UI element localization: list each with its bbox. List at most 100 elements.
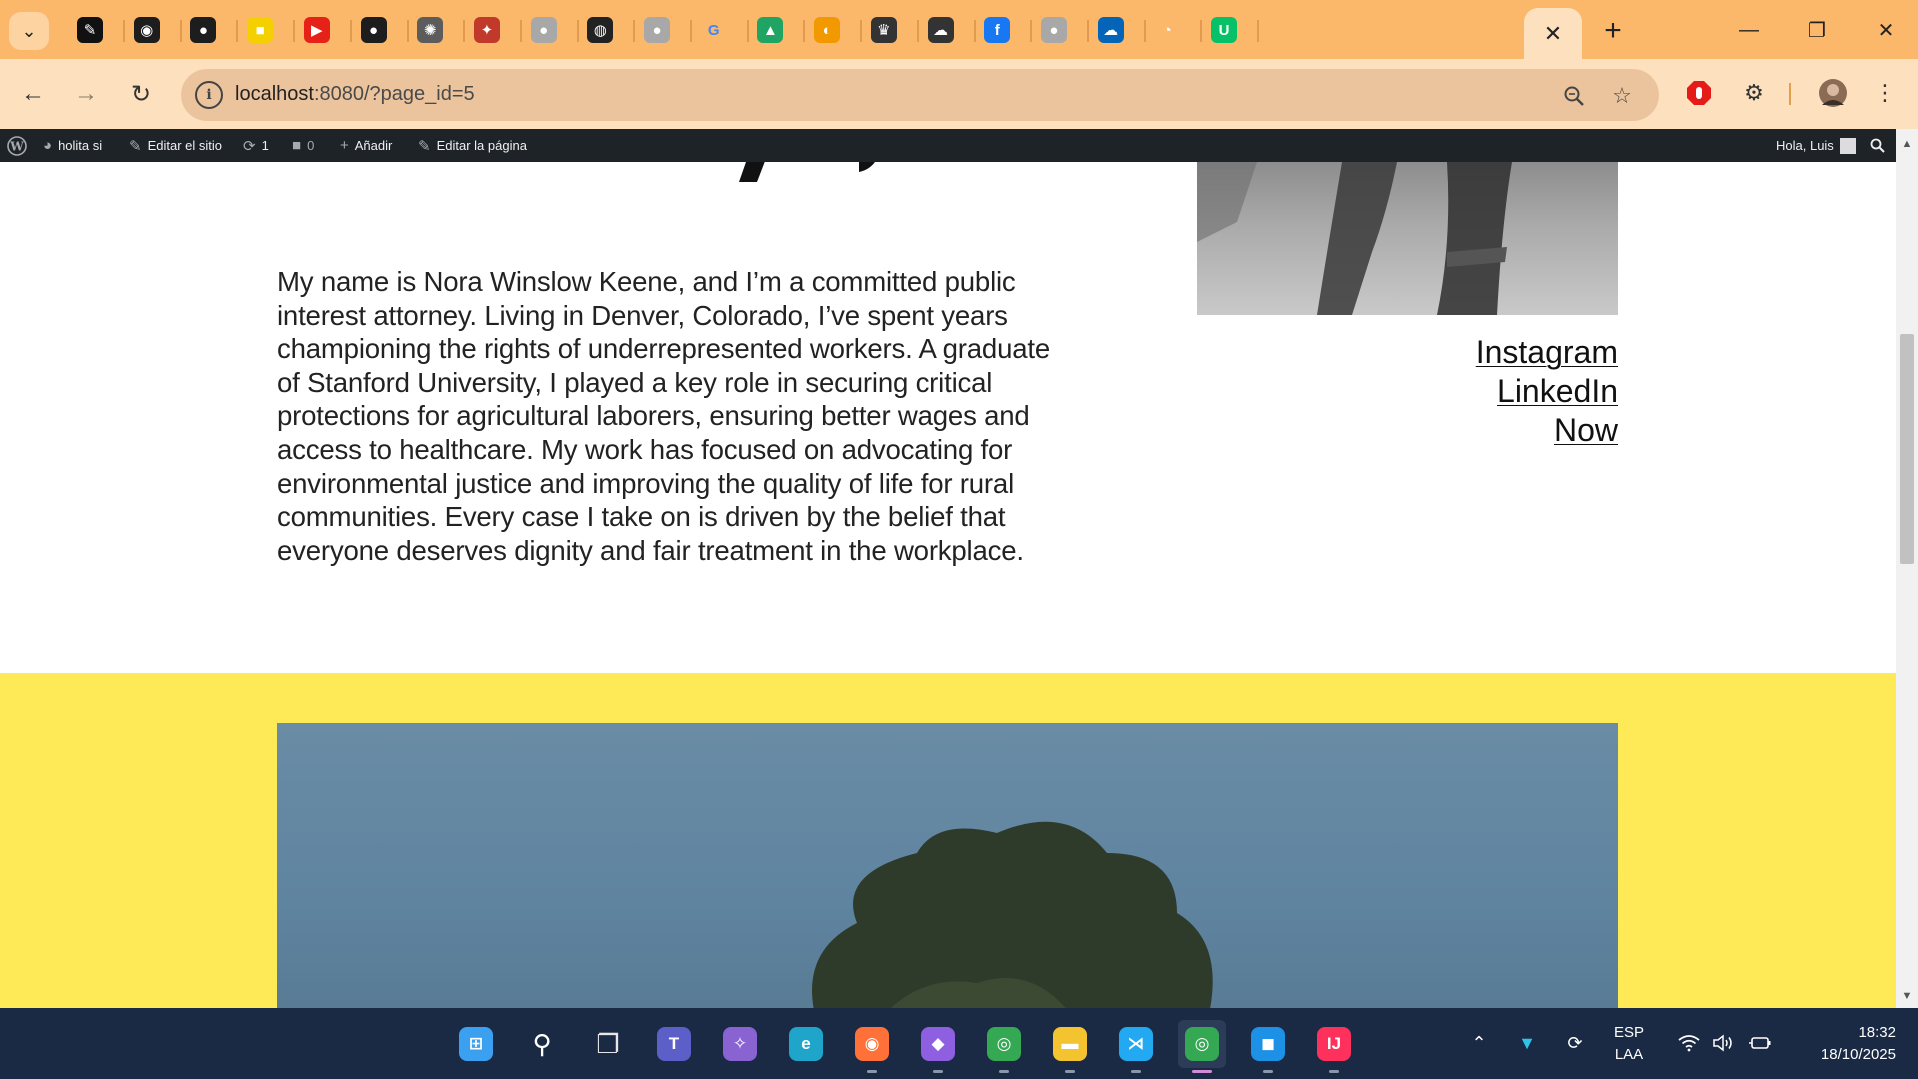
onedrive-icon: ☁ <box>1097 17 1124 43</box>
close-icon: ✕ <box>1543 20 1563 46</box>
toggle-icon: ◐ <box>814 17 841 43</box>
wp-admin-bar: W ◕ holita si ✎ Editar el sitio ⟳ 1 ■ 0 … <box>0 129 1918 162</box>
scroll-thumb[interactable] <box>1900 334 1914 564</box>
now-link[interactable]: Now <box>1476 411 1618 450</box>
sync-icon[interactable]: ⟳ <box>1562 1030 1588 1056</box>
updates-refresh-icon: ⟳ <box>243 137 256 155</box>
back-button[interactable]: ← <box>12 73 54 115</box>
taskbar-app[interactable]: T <box>650 1020 698 1068</box>
taskbar-app[interactable]: ◉ <box>848 1020 896 1073</box>
site-info-icon[interactable]: i <box>195 81 223 109</box>
running-indicator <box>1192 1070 1212 1073</box>
tab-search-button[interactable]: ⌄ <box>9 12 49 50</box>
taskbar-app[interactable]: e <box>782 1020 830 1068</box>
new-tab-button[interactable]: + <box>1594 12 1632 50</box>
browser-tab[interactable]: U <box>1193 12 1259 48</box>
windows-start-icon: ⊞ <box>459 1027 493 1061</box>
arrow-right-icon: → <box>74 80 98 107</box>
minimize-button[interactable]: — <box>1721 8 1777 52</box>
browser-toolbar: ← → ↻ i localhost:8080/?page_id=5 ☆ ⚙ ⋮ <box>0 59 1918 129</box>
comments-count: 0 <box>307 138 315 153</box>
admin-site-name[interactable]: ◕ holita si <box>43 129 102 162</box>
wifi-icon[interactable] <box>1676 1030 1702 1056</box>
taskbar-app[interactable]: ◼ <box>1244 1020 1292 1073</box>
bookmark-star-icon[interactable]: ☆ <box>1607 81 1637 111</box>
add-new-label: Añadir <box>354 138 393 153</box>
vpn-shield-icon[interactable]: ▼ <box>1514 1030 1540 1056</box>
language-indicator[interactable]: ESP LAA <box>1614 1022 1644 1066</box>
extensions-puzzle-icon[interactable]: ⚙ <box>1736 75 1772 111</box>
language-code: ESP <box>1614 1024 1645 1041</box>
chrome-profile-icon: ◎ <box>1185 1027 1219 1061</box>
admin-edit-page[interactable]: ✎ Editar la página <box>418 129 527 162</box>
show-hidden-icons-chevron-icon[interactable]: ⌃ <box>1466 1030 1492 1056</box>
edit-site-label: Editar el sitio <box>147 138 222 153</box>
forward-button[interactable]: → <box>65 73 107 115</box>
chrome-icon: ◎ <box>987 1027 1021 1061</box>
pencil-icon: ✎ <box>418 137 431 155</box>
restore-button[interactable]: ❐ <box>1789 8 1845 52</box>
pen-icon: ✎ <box>77 17 103 43</box>
windows-taskbar: ⊞ ⚲ ❐ T ✧ e ◉ ◆ ◎ ▬ ⋊ ◎ ◼ IJ ⌃ ▼ ⟳ ESP LAA 18:32 18/1… <box>0 1008 1918 1079</box>
taskbar-app[interactable]: ❐ <box>584 1020 632 1068</box>
taskbar-app[interactable]: ◎ <box>980 1020 1028 1073</box>
admin-search[interactable] <box>1870 129 1885 162</box>
system-clock[interactable]: 18:32 18/10/2025 <box>1790 1022 1896 1066</box>
running-indicator <box>1065 1070 1075 1073</box>
reload-button[interactable]: ↻ <box>120 73 162 115</box>
admin-add-new[interactable]: + Añadir <box>340 129 392 162</box>
arrow-left-icon: ← <box>21 80 45 107</box>
active-tab-close-button[interactable]: ✕ <box>1524 8 1582 59</box>
scroll-down-icon[interactable]: ▼ <box>1896 987 1918 1005</box>
close-window-button[interactable]: ✕ <box>1858 8 1914 52</box>
running-indicator <box>1263 1070 1273 1073</box>
linkedin-link[interactable]: LinkedIn <box>1476 372 1618 411</box>
taskbar-app[interactable]: ⋊ <box>1112 1020 1160 1073</box>
kebab-menu-icon[interactable]: ⋮ <box>1867 75 1903 111</box>
site-name-label: holita si <box>58 138 103 153</box>
taskbar-app[interactable]: ⚲ <box>518 1020 566 1068</box>
admin-updates[interactable]: ⟳ 1 <box>243 129 269 162</box>
clock-date: 18/10/2025 <box>1820 1046 1896 1063</box>
plus-icon: + <box>340 137 349 154</box>
taskbar-app[interactable]: ⊞ <box>452 1020 500 1068</box>
task-view-icon: ❐ <box>596 1028 620 1059</box>
portrait-photo <box>1197 162 1618 315</box>
battery-icon[interactable] <box>1748 1030 1774 1056</box>
svg-text:W: W <box>9 139 24 153</box>
obsidian-icon: ◆ <box>921 1027 955 1061</box>
google-icon: G <box>707 21 720 39</box>
wordpress-logo-button[interactable]: W <box>7 129 27 162</box>
admin-edit-site[interactable]: ✎ Editar el sitio <box>129 129 222 162</box>
zoom-icon[interactable] <box>1559 81 1589 111</box>
admin-comments[interactable]: ■ 0 <box>292 129 314 162</box>
taskbar-app[interactable]: ▬ <box>1046 1020 1094 1073</box>
taskbar-app[interactable]: IJ <box>1310 1020 1358 1073</box>
tab-strip: ⌄ ✎ ◉ ● ■ ▶ ● ✺ ✦ ● ◍ ● G ▲ ◐ ♛ ☁ f ● ☁ ◔ U ✕ + — ❐ ✕ <box>0 0 1918 59</box>
taskbar-app[interactable]: ◎ <box>1178 1020 1226 1073</box>
instagram-link[interactable]: Instagram <box>1476 333 1618 372</box>
file-explorer-icon: ▬ <box>1053 1027 1087 1061</box>
scroll-up-icon[interactable]: ▲ <box>1896 135 1918 153</box>
globe-icon: ● <box>644 17 670 43</box>
running-indicator <box>1131 1070 1141 1073</box>
comment-bubble-icon: ■ <box>292 137 302 154</box>
admin-account-menu[interactable]: Hola, Luis <box>1776 129 1856 162</box>
page-scrollbar[interactable]: ▲ ▼ <box>1896 129 1918 1008</box>
adblock-extension-icon[interactable] <box>1681 75 1717 111</box>
vscode-icon: ⋊ <box>1119 1027 1153 1061</box>
heading-glyph-fragment <box>859 162 875 172</box>
taskbar-app[interactable]: ◆ <box>914 1020 962 1073</box>
intellij-icon: IJ <box>1317 1027 1351 1061</box>
address-bar[interactable]: i localhost:8080/?page_id=5 ☆ <box>181 69 1659 121</box>
note-icon: ■ <box>247 17 274 43</box>
edit-page-label: Editar la página <box>436 138 527 153</box>
taskbar-app[interactable]: ✧ <box>716 1020 764 1068</box>
profile-avatar[interactable] <box>1815 75 1851 111</box>
dashboard-gauge-icon: ◕ <box>43 137 53 154</box>
url-text[interactable]: localhost:8080/?page_id=5 <box>235 83 475 106</box>
volume-icon[interactable] <box>1710 1030 1736 1056</box>
running-indicator <box>999 1070 1009 1073</box>
facebook-icon: f <box>984 17 1011 43</box>
avatar <box>1839 137 1856 154</box>
